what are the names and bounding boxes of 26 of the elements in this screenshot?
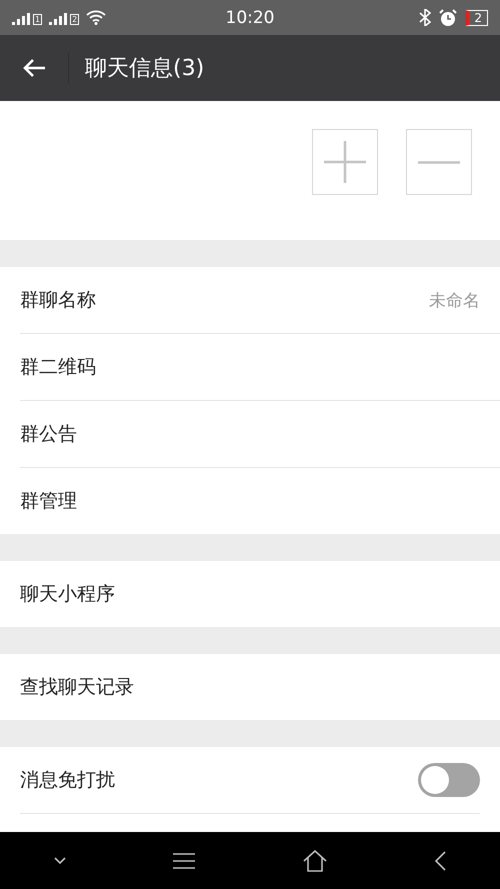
- setting-label[interactable]: 聊天小程序: [20, 581, 115, 607]
- setting-label[interactable]: 群聊名称: [20, 287, 96, 313]
- signal-icon: [12, 13, 30, 25]
- clock-time: 10:20: [226, 8, 274, 28]
- alarm-clock-icon: [439, 8, 458, 26]
- battery-level: 2: [465, 10, 488, 26]
- chevron-down-icon[interactable]: [54, 857, 66, 864]
- sim-label: 2: [70, 14, 80, 25]
- setting-label[interactable]: 群公告: [20, 421, 77, 447]
- setting-label[interactable]: 消息免打扰: [20, 767, 115, 793]
- signal-icon: [49, 13, 68, 25]
- setting-label[interactable]: 群管理: [20, 488, 77, 514]
- toggle-switch[interactable]: [418, 763, 480, 797]
- back-arrow-icon: [22, 58, 46, 78]
- home-icon[interactable]: [302, 850, 327, 872]
- sim-label: 1: [33, 14, 42, 25]
- setting-label[interactable]: 群二维码: [20, 354, 96, 380]
- menu-icon[interactable]: [173, 852, 196, 868]
- wifi-icon: [86, 10, 106, 25]
- setting-value: 未命名: [429, 290, 480, 312]
- screen-title: 聊天信息(3): [85, 55, 204, 83]
- bluetooth-icon: [419, 9, 432, 26]
- minus-icon: [418, 160, 460, 164]
- setting-label[interactable]: 查找聊天记录: [20, 674, 134, 700]
- back-icon[interactable]: [434, 850, 446, 870]
- plus-icon: [324, 141, 366, 183]
